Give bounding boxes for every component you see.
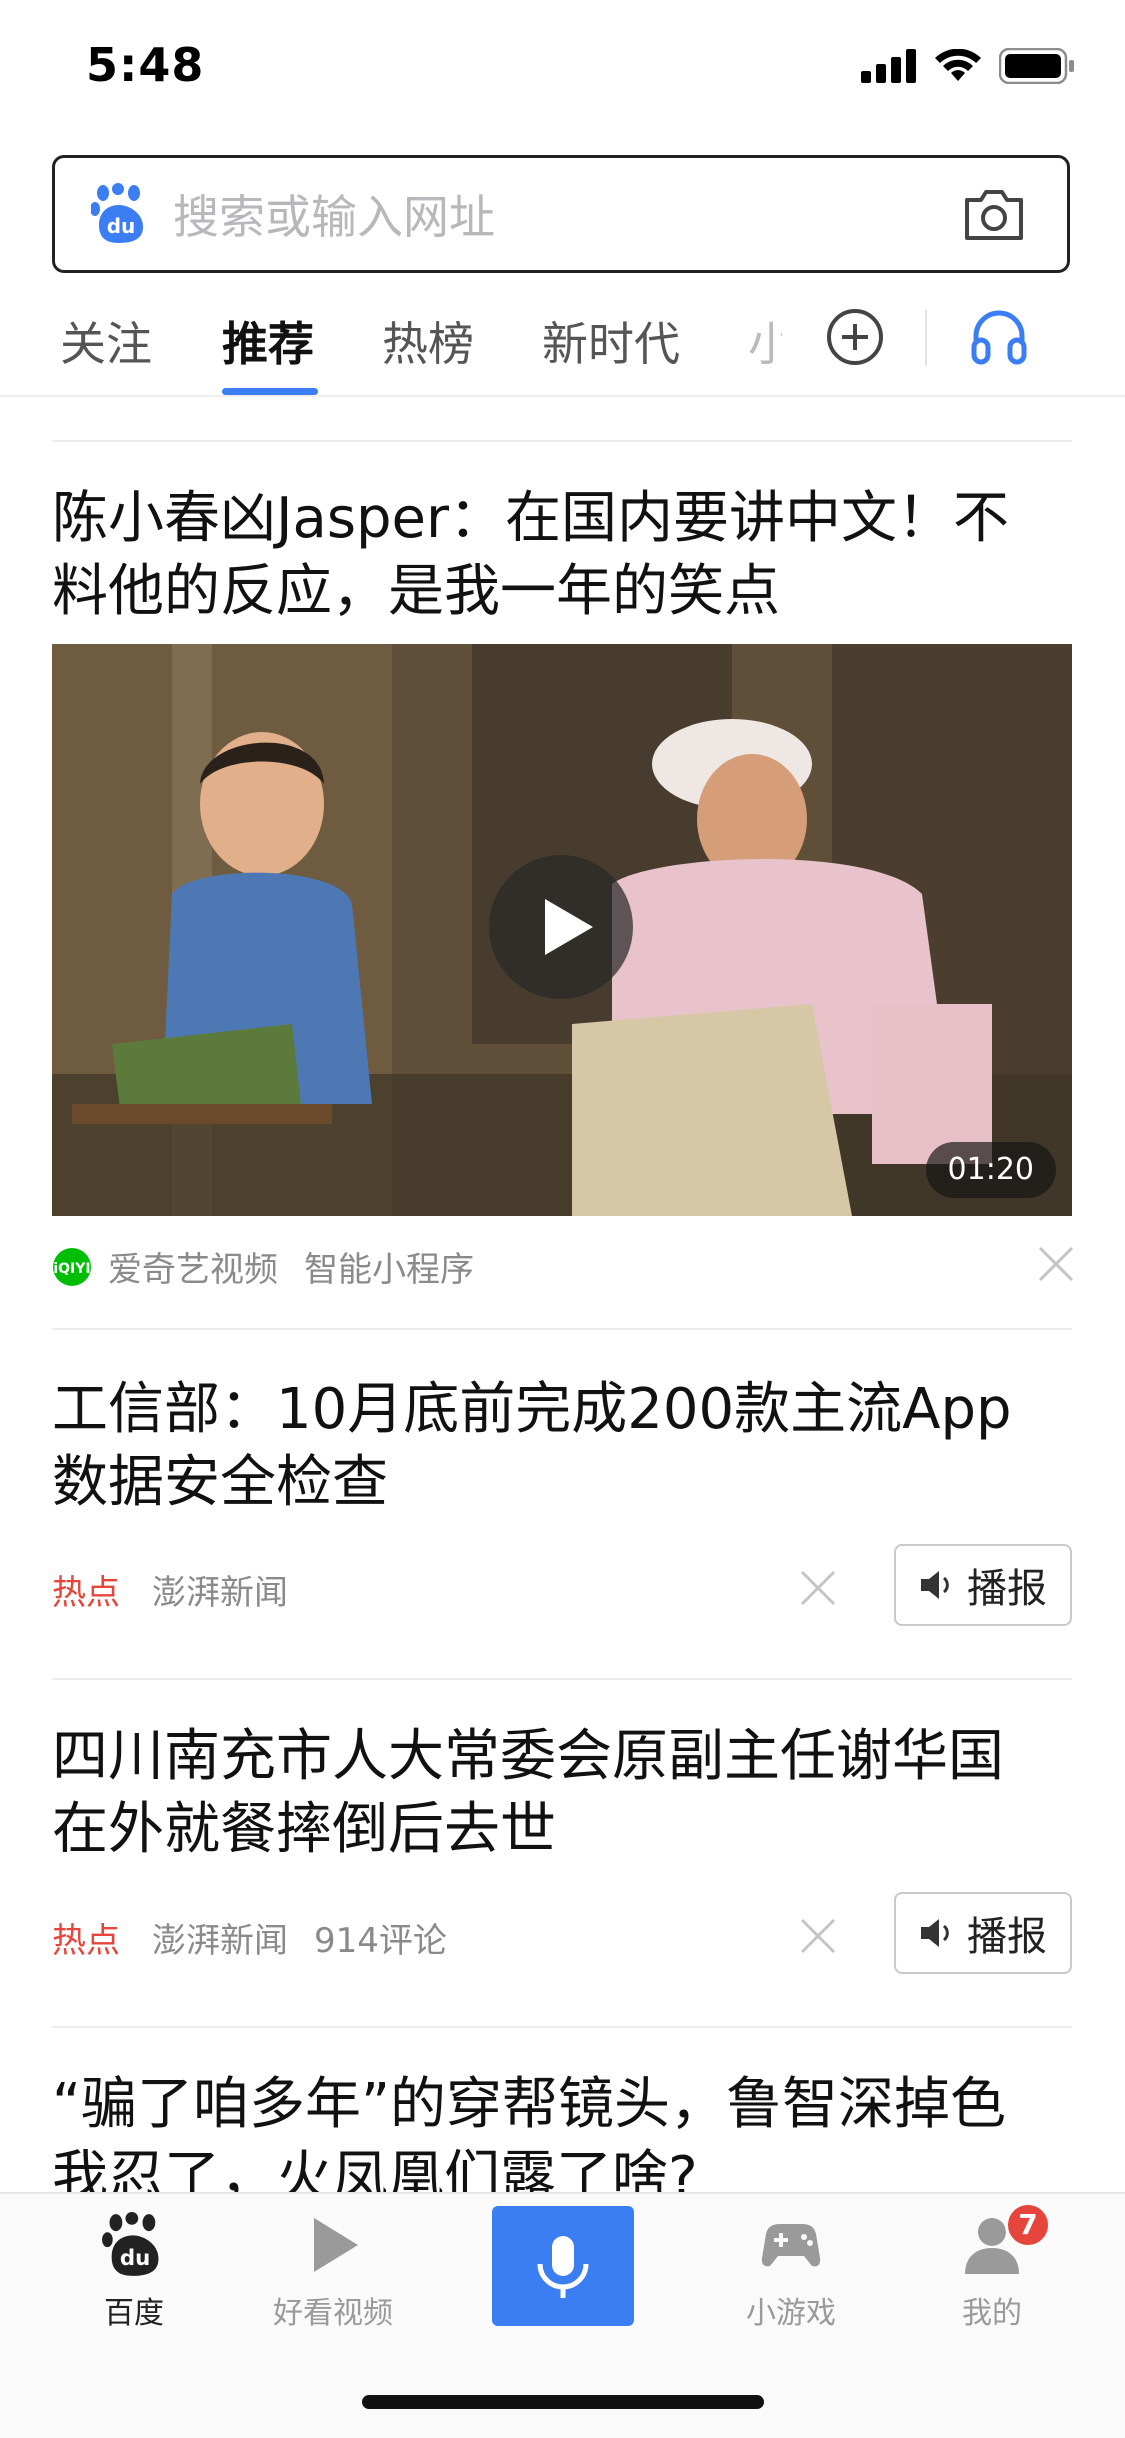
notification-badge: 7: [1005, 2202, 1051, 2248]
tabbar-label: 百度: [104, 2296, 164, 2331]
hot-tag: 热点: [52, 1921, 120, 1961]
title-line: 工信部：10月底前完成200款主流App: [52, 1377, 1012, 1442]
iqiyi-logo-icon: iQIYI: [53, 1247, 91, 1286]
title-line: 料他的反应，是我一年的笑点: [52, 559, 780, 624]
source-name[interactable]: 澎湃新闻: [152, 1913, 288, 1962]
status-bar: 5:48: [0, 0, 1125, 140]
feed-divider: [52, 2026, 1072, 2028]
svg-text:du: du: [107, 214, 136, 238]
feed-item-meta: 热点 澎湃新闻: [52, 1565, 288, 1614]
wifi-icon: [935, 49, 981, 81]
play-button[interactable]: [489, 855, 633, 999]
play-icon: [314, 2218, 358, 2272]
feed-divider: [52, 440, 1072, 442]
tab-recommend[interactable]: 推荐: [222, 308, 314, 374]
search-input[interactable]: 搜索或输入网址: [173, 181, 963, 247]
feed-item-meta: 热点 澎湃新闻 914评论: [52, 1913, 447, 1962]
title-line: “骗了咱多年”的穿帮镜头，鲁智深掉色: [52, 2072, 1007, 2137]
dismiss-icon[interactable]: [1036, 1244, 1076, 1284]
play-icon: [545, 899, 593, 955]
camera-icon[interactable]: [963, 186, 1025, 242]
tab-follow[interactable]: 关注: [60, 308, 152, 374]
active-tab-indicator: [222, 388, 318, 395]
title-line: 陈小春凶Jasper：在国内要讲中文！不: [52, 486, 1010, 551]
feed-divider: [52, 1678, 1072, 1680]
dismiss-icon[interactable]: [798, 1916, 838, 1956]
source-name[interactable]: 澎湃新闻: [152, 1565, 288, 1614]
iqiyi-badge-text: iQIYI: [53, 1261, 90, 1277]
video-thumbnail[interactable]: 01:20: [52, 644, 1072, 1216]
feed-item-title[interactable]: 陈小春凶Jasper：在国内要讲中文！不 料他的反应，是我一年的笑点: [52, 482, 1072, 628]
tab-hot-list[interactable]: 热榜: [382, 308, 474, 374]
channel-tabs: 关注 推荐 热榜 新时代 小: [0, 300, 1125, 396]
broadcast-button[interactable]: 播报: [894, 1544, 1072, 1626]
add-channel-icon[interactable]: [826, 308, 884, 366]
svg-text:du: du: [120, 2246, 150, 2271]
feed-divider: [52, 1328, 1072, 1330]
feed-item-title[interactable]: 工信部：10月底前完成200款主流App 数据安全检查: [52, 1373, 1072, 1519]
tabbar-item-games[interactable]: 小游戏: [711, 2212, 871, 2332]
comment-count[interactable]: 914评论: [314, 1913, 447, 1962]
tab-new-era[interactable]: 新时代: [542, 308, 680, 374]
search-bar[interactable]: du 搜索或输入网址: [52, 155, 1070, 273]
tab-divider: [925, 310, 927, 366]
video-duration: 01:20: [925, 1142, 1056, 1198]
hot-tag: 热点: [52, 1573, 120, 1613]
speaker-icon: [921, 1919, 949, 1947]
source-name[interactable]: 爱奇艺视频: [108, 1242, 278, 1291]
title-line: 四川南充市人大常委会原副主任谢华国: [52, 1724, 1004, 1789]
headphones-icon[interactable]: [968, 304, 1030, 366]
speaker-icon: [921, 1571, 949, 1599]
status-icons: [861, 48, 1075, 84]
tab-more-truncated[interactable]: 小: [748, 308, 782, 374]
home-indicator[interactable]: [362, 2395, 764, 2409]
status-time: 5:48: [86, 38, 205, 92]
tabbar-item-video[interactable]: 好看视频: [253, 2212, 413, 2332]
baidu-logo-icon: du: [91, 183, 143, 243]
title-line: 数据安全检查: [52, 1450, 388, 1515]
broadcast-button[interactable]: 播报: [894, 1892, 1072, 1974]
cellular-signal-icon: [861, 49, 916, 83]
mini-program-tag: 智能小程序: [304, 1250, 474, 1290]
gamepad-icon: [761, 2224, 821, 2267]
broadcast-label: 播报: [967, 1914, 1047, 1960]
tabbar-label: 好看视频: [273, 2296, 393, 2331]
dismiss-icon[interactable]: [798, 1568, 838, 1608]
broadcast-label: 播报: [967, 1566, 1047, 1612]
tabbar-item-baidu[interactable]: du 百度: [54, 2212, 214, 2332]
feed-item-title[interactable]: 四川南充市人大常委会原副主任谢华国 在外就餐摔倒后去世: [52, 1720, 1072, 1866]
header-divider: [0, 395, 1125, 397]
tabbar-label: 小游戏: [746, 2296, 836, 2331]
battery-icon: [999, 48, 1074, 84]
baidu-paw-icon: du: [102, 2212, 159, 2276]
title-line: 在外就餐摔倒后去世: [52, 1797, 556, 1862]
microphone-icon: [537, 2236, 589, 2298]
tabbar-label: 我的: [962, 2296, 1022, 2331]
voice-search-button[interactable]: [492, 2206, 634, 2326]
feed-item-meta: iQIYI 爱奇艺视频 智能小程序: [52, 1242, 474, 1291]
